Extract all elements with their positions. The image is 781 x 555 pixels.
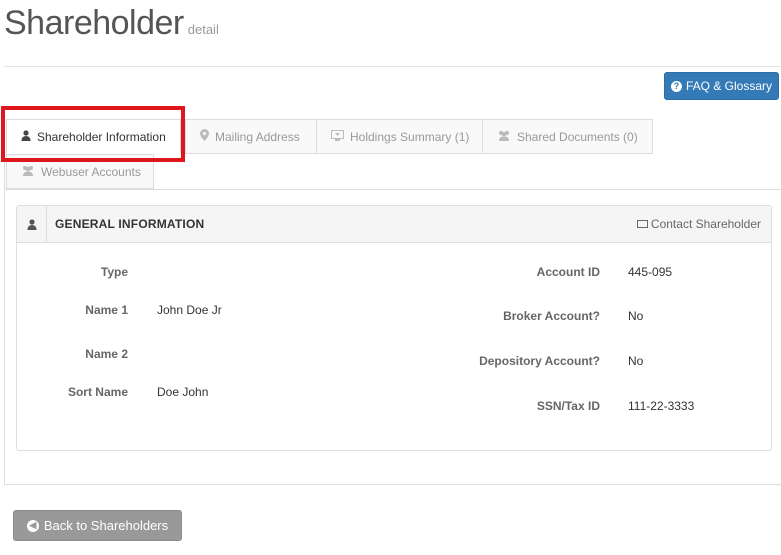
page-subtitle: detail [187,22,219,37]
holdings-icon [331,129,344,144]
field-label-type: Type [100,265,128,279]
field-label-broker-account: Broker Account? [503,309,600,323]
arrow-circle-left-icon: ◀ [26,519,39,532]
tab-label: Mailing Address [215,129,300,144]
contact-shareholder-label: Contact Shareholder [650,217,761,231]
user-icon [17,206,47,242]
header-divider [4,66,781,67]
page-header: Shareholder detail [4,4,219,43]
back-to-shareholders-label: Back to Shareholders [43,518,169,533]
general-information-panel: GENERAL INFORMATION Contact Shareholder … [16,205,772,451]
tab-shared-documents[interactable]: Shared Documents (0) [482,119,653,154]
field-label-ssn-tax-id: SSN/Tax ID [536,399,600,413]
question-circle-icon: ? [670,80,682,92]
field-value-name1: John Doe Jr [157,303,222,317]
panel-title: GENERAL INFORMATION [55,217,205,231]
field-label-name2: Name 2 [85,347,128,361]
field-label-sort-name: Sort Name [67,385,128,399]
field-label-account-id: Account ID [536,265,600,279]
users-icon [497,130,511,144]
field-value-ssn-tax-id: 111-22-3333 [628,399,695,413]
envelope-icon [636,220,648,228]
back-to-shareholders-button[interactable]: ◀ Back to Shareholders [13,510,182,541]
page-title: Shareholder [4,4,184,42]
faq-glossary-button[interactable]: ? FAQ & Glossary [664,72,779,100]
map-marker-icon [200,129,209,144]
field-value-depository-account: No [628,354,644,368]
tab-label: Holdings Summary (1) [350,129,470,144]
tab-divider [5,189,781,190]
panel-heading: GENERAL INFORMATION Contact Shareholder [17,206,771,243]
field-value-account-id: 445-095 [628,265,673,279]
contact-shareholder-link[interactable]: Contact Shareholder [636,217,761,231]
field-label-depository-account: Depository Account? [479,354,600,368]
highlight-annotation-box [1,106,185,162]
tab-holdings-summary[interactable]: Holdings Summary (1) [316,119,483,154]
tab-label: Shared Documents (0) [517,129,638,144]
tab-label: Webuser Accounts [41,164,141,179]
field-value-sort-name: Doe John [157,385,209,399]
users-icon [21,165,35,179]
faq-glossary-label: FAQ & Glossary [685,79,773,93]
field-value-broker-account: No [628,309,644,323]
field-label-name1: Name 1 [85,303,128,317]
tab-mailing-address[interactable]: Mailing Address [185,119,317,154]
